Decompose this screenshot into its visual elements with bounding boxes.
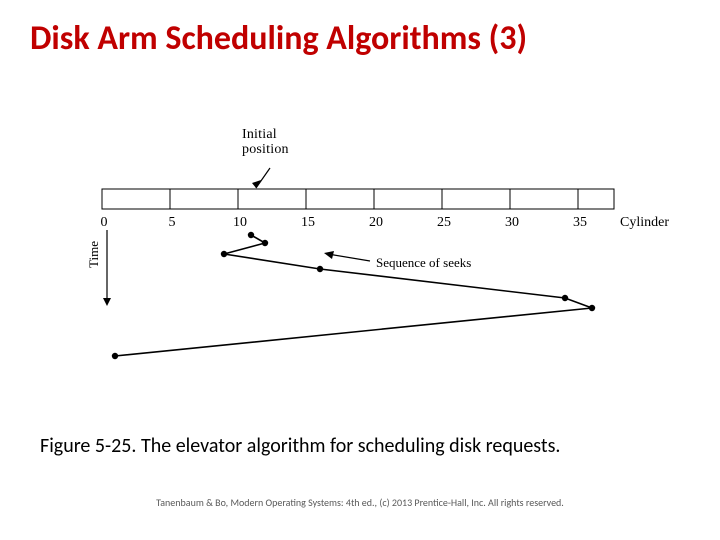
figure-diagram [80,130,640,390]
copyright-footer: Tanenbaum & Bo, Modern Operating Systems… [0,496,720,509]
page-title: Disk Arm Scheduling Algorithms (3) [30,18,690,59]
figure-caption: Figure 5-25. The elevator algorithm for … [40,434,700,458]
slide: Disk Arm Scheduling Algorithms (3) Initi… [0,0,720,540]
